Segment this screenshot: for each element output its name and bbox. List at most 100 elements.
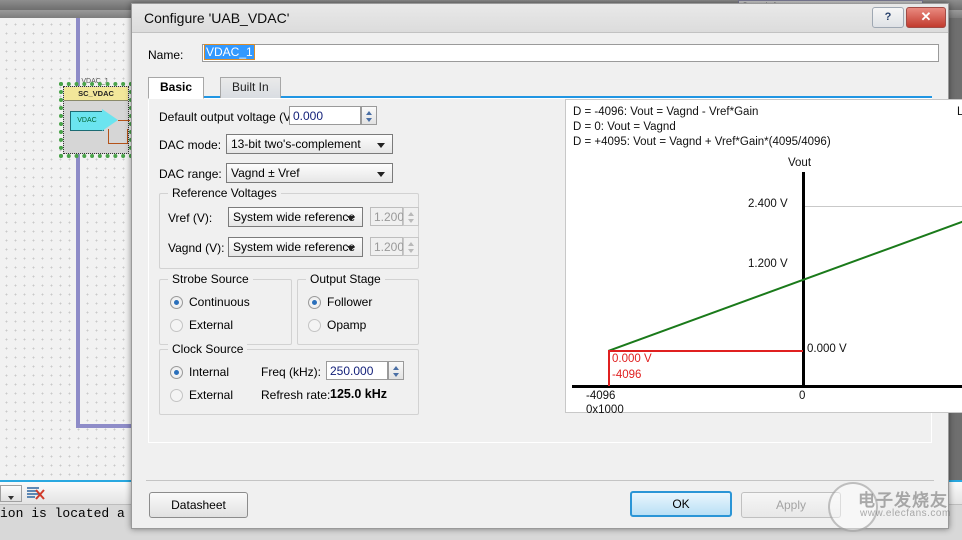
output-stage-group: Output Stage Follower Opamp xyxy=(297,279,419,345)
lsb-note: LSB = 0.29 mV xyxy=(957,106,962,118)
output-stage-title: Output Stage xyxy=(306,272,385,286)
x-tick-zero: 0 xyxy=(799,390,805,402)
y-tick-2400: 2.400 V xyxy=(748,198,788,210)
vref-source-value: System wide reference xyxy=(233,210,355,224)
datasheet-button[interactable]: Datasheet xyxy=(149,492,248,518)
dac-range-select[interactable]: Vagnd ± Vref xyxy=(226,163,393,183)
dialog-title: Configure 'UAB_VDAC' xyxy=(144,10,289,26)
refresh-rate-label: Refresh rate: xyxy=(261,388,330,402)
chevron-down-icon xyxy=(347,246,355,251)
default-output-voltage-label: Default output voltage (V): xyxy=(159,110,298,124)
tab-basic[interactable]: Basic xyxy=(148,77,204,99)
freq-input[interactable]: 250.000 xyxy=(326,361,388,380)
vagnd-stepper xyxy=(403,237,419,256)
component-tag-label: VDAC xyxy=(70,111,104,131)
y-tick-1200: 1.200 V xyxy=(748,258,788,270)
close-button[interactable]: ✕ xyxy=(906,7,946,28)
footer-divider xyxy=(146,480,934,481)
chevron-down-icon xyxy=(377,172,385,177)
x-tick-min: -4096 xyxy=(586,390,615,402)
stepper-up-icon xyxy=(366,111,372,115)
radio-clock-external-label[interactable]: External xyxy=(189,388,233,402)
stepper-down-icon xyxy=(393,373,399,377)
vagnd-source-value: System wide reference xyxy=(233,240,355,254)
amplifier-icon xyxy=(102,109,118,131)
vagnd-value-input: 1.200 xyxy=(370,237,403,256)
radio-strobe-continuous-label[interactable]: Continuous xyxy=(189,295,250,309)
name-row: Name: VDAC_1 xyxy=(132,42,948,68)
radio-strobe-external[interactable] xyxy=(170,319,183,332)
dac-mode-value: 13-bit two's-complement xyxy=(231,137,361,151)
tab-strip: Basic Built In xyxy=(148,77,932,97)
vagnd-label: Vagnd (V): xyxy=(168,241,224,255)
vdac-component-symbol[interactable]: SC_VDAC VDAC xyxy=(63,86,129,154)
component-wire-out xyxy=(118,120,130,121)
apply-button: Apply xyxy=(741,492,841,518)
reference-voltages-title: Reference Voltages xyxy=(168,186,281,200)
y-tick-0000: 0.000 V xyxy=(807,343,847,355)
component-band-label: SC_VDAC xyxy=(64,87,128,101)
name-input[interactable]: VDAC_1 xyxy=(202,44,939,62)
clock-source-title: Clock Source xyxy=(168,342,247,356)
vref-stepper xyxy=(403,207,419,226)
radio-clock-internal[interactable] xyxy=(170,366,183,379)
transfer-function-line xyxy=(608,206,962,352)
clear-list-icon[interactable] xyxy=(26,486,46,500)
chevron-down-icon xyxy=(347,216,355,221)
stepper-down-icon xyxy=(408,249,414,253)
default-output-voltage-input[interactable]: 0.000 xyxy=(289,106,361,125)
equation-line-3: D = +4095: Vout = Vagnd + Vref*Gain*(409… xyxy=(573,136,831,148)
radio-clock-internal-label[interactable]: Internal xyxy=(189,365,229,379)
dialog-titlebar[interactable]: Configure 'UAB_VDAC' ? ✕ xyxy=(132,4,948,33)
stepper-up-icon xyxy=(408,212,414,216)
tab-built-in[interactable]: Built In xyxy=(220,77,281,98)
default-output-marker-vertical xyxy=(608,350,610,386)
equation-line-1: D = -4096: Vout = Vagnd - Vref*Gain xyxy=(573,106,758,118)
vref-source-select[interactable]: System wide reference xyxy=(228,207,363,227)
transfer-function-graph: D = -4096: Vout = Vagnd - Vref*Gain D = … xyxy=(565,99,962,413)
chevron-down-icon xyxy=(377,143,385,148)
strobe-source-group: Strobe Source Continuous External xyxy=(159,279,292,345)
default-output-voltage-stepper[interactable] xyxy=(361,106,377,125)
radio-output-opamp-label[interactable]: Opamp xyxy=(327,318,366,332)
refresh-rate-value: 125.0 kHz xyxy=(330,387,387,401)
stepper-down-icon xyxy=(408,219,414,223)
freq-label: Freq (kHz): xyxy=(261,365,321,379)
default-output-marker-horizontal xyxy=(608,350,803,352)
dac-mode-select[interactable]: 13-bit two's-complement xyxy=(226,134,393,154)
radio-output-follower-label[interactable]: Follower xyxy=(327,295,372,309)
gridline-2400 xyxy=(802,206,962,207)
radio-output-opamp[interactable] xyxy=(308,319,321,332)
configure-dialog: Configure 'UAB_VDAC' ? ✕ Name: VDAC_1 Ba… xyxy=(131,3,949,529)
radio-output-follower[interactable] xyxy=(308,296,321,309)
dac-range-value: Vagnd ± Vref xyxy=(231,166,300,180)
radio-clock-external[interactable] xyxy=(170,389,183,402)
stepper-up-icon xyxy=(408,242,414,246)
ok-button[interactable]: OK xyxy=(630,491,732,517)
marker-voltage-label: 0.000 V xyxy=(612,353,652,365)
strobe-source-title: Strobe Source xyxy=(168,272,253,286)
x-tick-min-hex: 0x1000 xyxy=(586,404,624,416)
help-button[interactable]: ? xyxy=(872,7,904,28)
vagnd-source-select[interactable]: System wide reference xyxy=(228,237,363,257)
component-instance-label: VDAC_1 xyxy=(62,78,128,85)
reference-voltages-group: Reference Voltages Vref (V): System wide… xyxy=(159,193,419,269)
x-axis xyxy=(572,385,962,388)
vref-label: Vref (V): xyxy=(168,211,212,225)
output-filter-dropdown[interactable] xyxy=(0,485,22,502)
name-input-value: VDAC_1 xyxy=(205,45,254,59)
stepper-down-icon xyxy=(366,118,372,122)
component-wire xyxy=(108,129,128,144)
radio-strobe-external-label[interactable]: External xyxy=(189,318,233,332)
dac-range-label: DAC range: xyxy=(159,167,222,181)
radio-strobe-continuous[interactable] xyxy=(170,296,183,309)
equation-line-2: D = 0: Vout = Vagnd xyxy=(573,121,676,133)
freq-stepper[interactable] xyxy=(388,361,404,380)
y-axis-label: Vout xyxy=(788,157,811,169)
name-label: Name: xyxy=(148,48,183,62)
stepper-up-icon xyxy=(393,366,399,370)
clock-source-group: Clock Source Internal External Freq (kHz… xyxy=(159,349,419,415)
vref-value-input: 1.200 xyxy=(370,207,403,226)
marker-code-label: -4096 xyxy=(612,369,641,381)
dac-mode-label: DAC mode: xyxy=(159,138,221,152)
